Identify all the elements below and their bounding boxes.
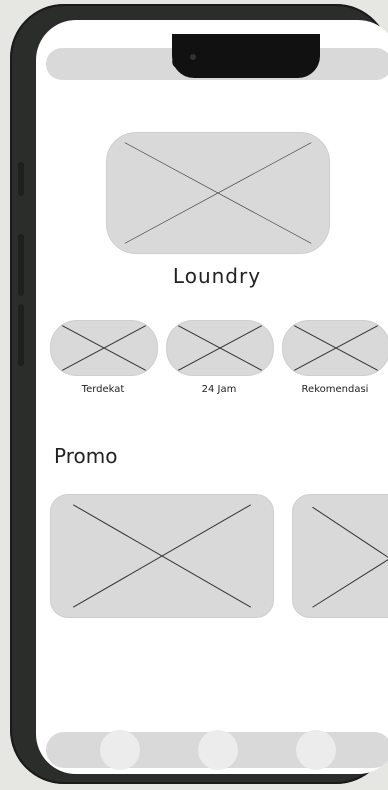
phone-screen: Clean Me Loundry: [36, 20, 388, 774]
category-rekomendasi-image[interactable]: [282, 320, 388, 376]
promo-section-title: Promo: [54, 444, 118, 468]
category-label-rekomendasi: Rekomendasi: [301, 384, 369, 395]
side-button-volume-up: [18, 234, 24, 296]
nav-button-3[interactable]: [296, 730, 336, 770]
category-24-jam-image[interactable]: [166, 320, 274, 376]
hero-image-placeholder[interactable]: [106, 132, 330, 254]
promo-card-2[interactable]: [292, 494, 388, 618]
nav-button-2[interactable]: [198, 730, 238, 770]
nav-button-1[interactable]: [100, 730, 140, 770]
promo-card-1[interactable]: [50, 494, 274, 618]
camera-icon: [190, 54, 196, 60]
notch: [172, 34, 320, 78]
side-button-mute: [18, 162, 24, 196]
hero-label: Loundry: [172, 264, 262, 288]
bottom-navigation: [46, 730, 388, 770]
category-label-terdekat: Terdekat: [81, 384, 125, 395]
side-button-volume-down: [18, 304, 24, 366]
category-terdekat-image[interactable]: [50, 320, 158, 376]
phone-frame: Clean Me Loundry: [10, 4, 388, 784]
category-label-24-jam: 24 Jam: [201, 384, 237, 395]
